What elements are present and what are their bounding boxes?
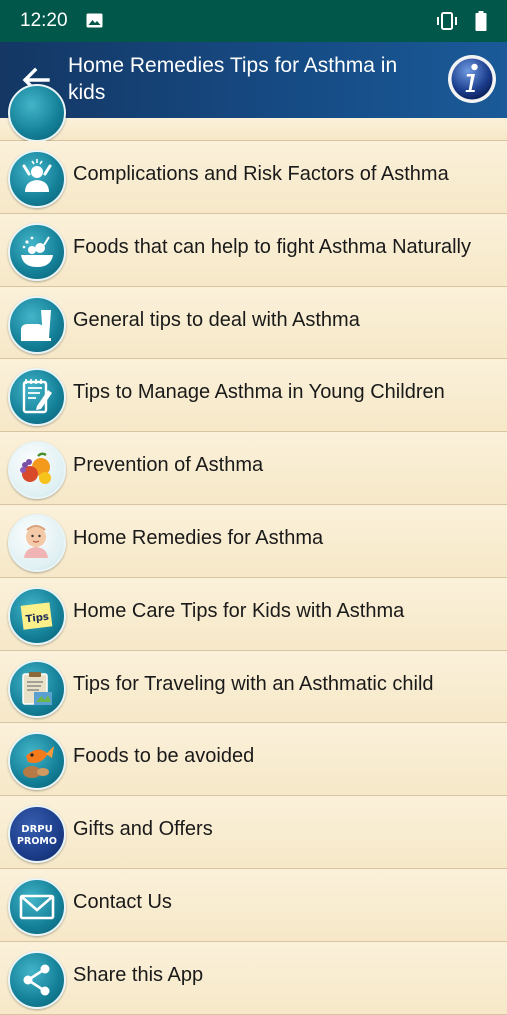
list-item-label: Home Remedies for Asthma [73, 526, 324, 549]
list-item-foods-fight[interactable]: Foods that can help to fight Asthma Natu… [0, 213, 507, 287]
list-item-label: Complications and Risk Factors of Asthma [73, 163, 449, 185]
list-item-label: Foods that can help to fight Asthma Natu… [73, 235, 471, 258]
list-item-label: Contact Us [73, 890, 172, 913]
list-item-gifts[interactable]: DRPU PROMO Gifts and Offers [0, 796, 507, 869]
list-item-complications[interactable]: Complications and Risk Factors of Asthma [0, 141, 507, 214]
info-icon[interactable] [446, 53, 498, 105]
image-notification-icon [86, 13, 103, 28]
clipboard-map-icon [8, 659, 66, 718]
drpu-promo-icon: DRPU PROMO [8, 805, 66, 864]
list-item-share[interactable]: Share this App [0, 941, 507, 1015]
list-item-home-care[interactable]: Tips Home Care Tips for Kids with Asthma [0, 577, 507, 651]
list-item-label: Home Care Tips for Kids with Asthma [73, 599, 405, 622]
fish-and-nut-icon [8, 732, 66, 791]
baby-icon [8, 513, 66, 572]
svg-text:PROMO: PROMO [17, 836, 57, 847]
list-item-home-remedies[interactable]: Home Remedies for Asthma [0, 504, 507, 578]
partial-item-icon [8, 84, 66, 142]
list-item-label: Tips to Manage Asthma in Young Children [73, 381, 445, 404]
list-item-traveling[interactable]: Tips for Traveling with an Asthmatic chi… [0, 650, 507, 724]
list-item-label: Gifts and Offers [73, 818, 213, 841]
list-item-prevention[interactable]: Prevention of Asthma [0, 432, 507, 505]
stressed-person-icon [8, 150, 66, 208]
list-item-label: General tips to deal with Asthma [73, 308, 360, 331]
menu-list: Complications and Risk Factors of Asthma… [0, 84, 507, 1015]
list-item-contact[interactable]: Contact Us [0, 868, 507, 942]
food-bowl-icon [8, 222, 66, 281]
app-bar: Home Remedies Tips for Asthma in kids [0, 42, 507, 118]
envelope-icon [8, 877, 66, 936]
page-title: Home Remedies Tips for Asthma in kids [68, 54, 398, 104]
vibrate-icon [437, 12, 457, 30]
status-time: 12:20 [20, 10, 68, 31]
list-item-label: Prevention of Asthma [73, 454, 264, 477]
list-item-young-children[interactable]: Tips to Manage Asthma in Young Children [0, 359, 507, 433]
svg-text:DRPU: DRPU [21, 824, 52, 835]
list-item-label: Share this App [73, 963, 204, 986]
battery-icon [475, 11, 487, 31]
list-item-label: Tips for Traveling with an Asthmatic chi… [73, 672, 434, 695]
status-bar: 12:20 [0, 0, 507, 42]
share-icon [8, 950, 66, 1009]
notepad-pencil-icon [8, 368, 66, 427]
tips-note-icon: Tips [8, 586, 66, 645]
list-item-foods-avoided[interactable]: Foods to be avoided [0, 723, 507, 797]
fruits-icon [8, 441, 66, 500]
glass-and-bread-icon [8, 295, 66, 354]
list-item-partial[interactable] [0, 84, 507, 142]
list-item-general-tips[interactable]: General tips to deal with Asthma [0, 286, 507, 360]
list-item-label: Foods to be avoided [73, 745, 255, 768]
